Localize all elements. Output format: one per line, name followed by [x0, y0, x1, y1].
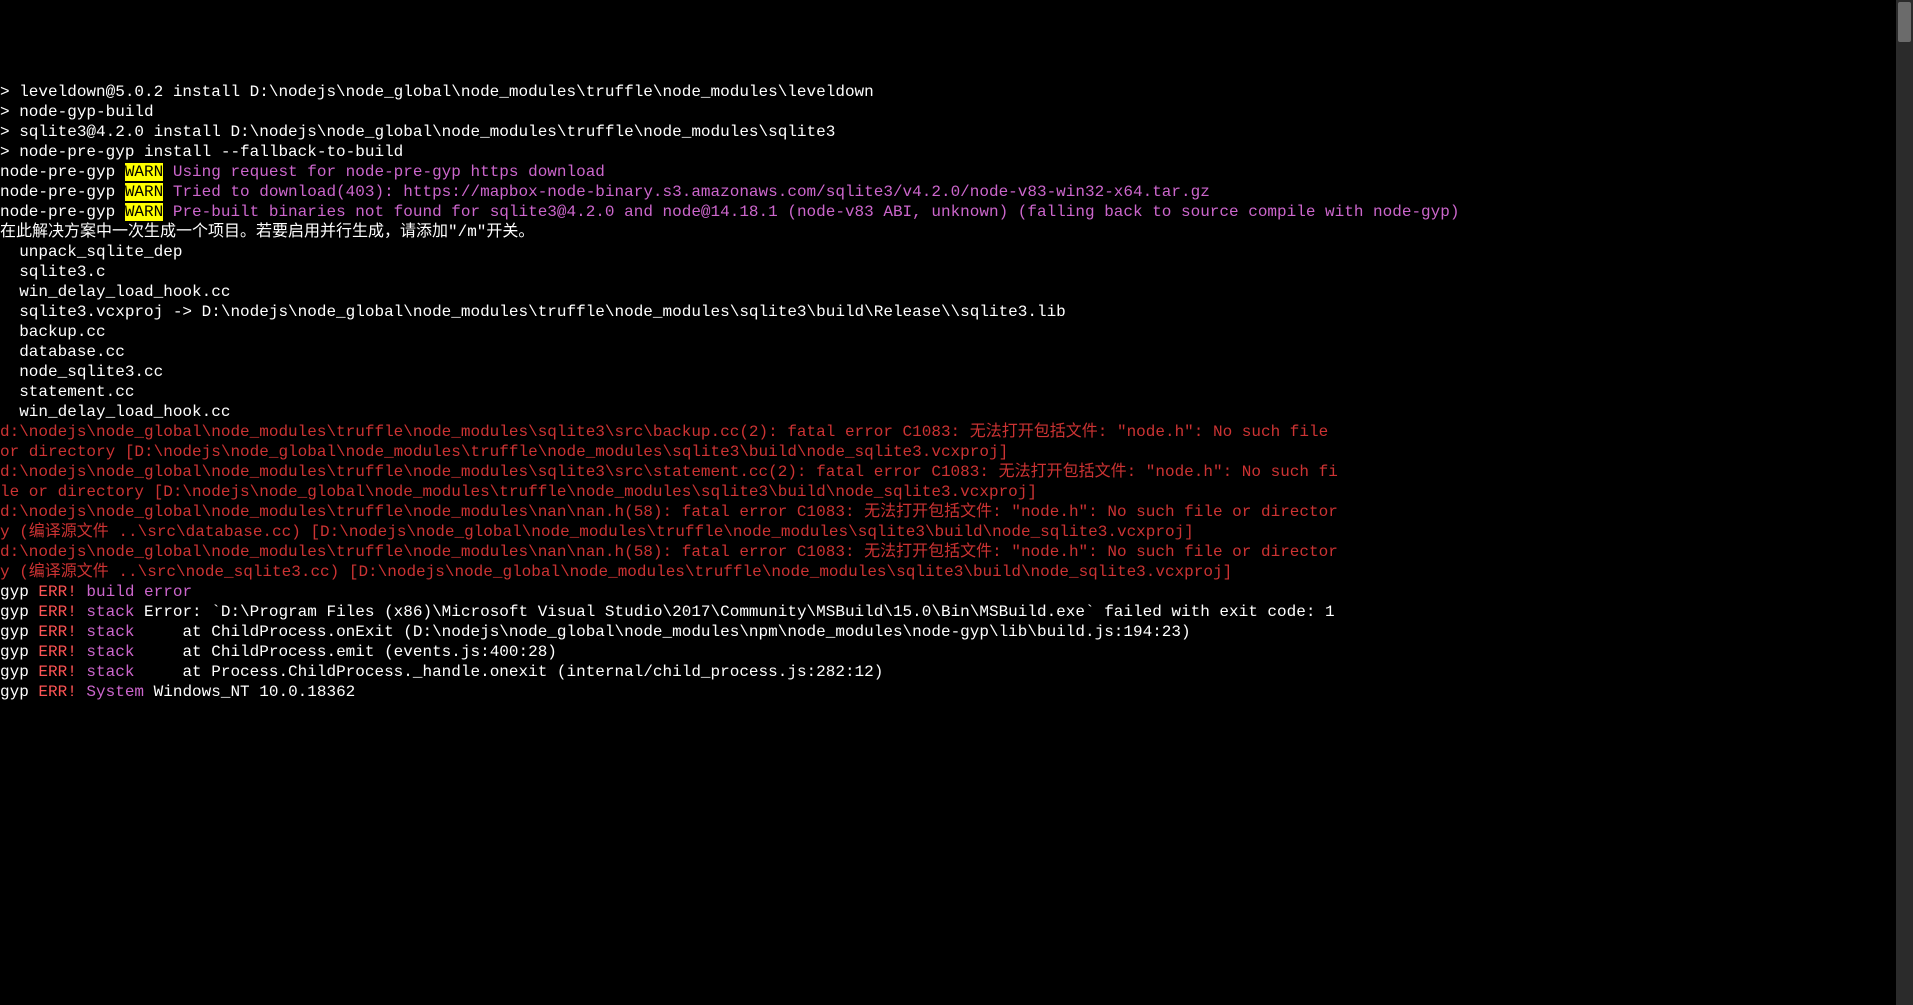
terminal-segment: Tried to download(403): https://mapbox-n… [163, 183, 1210, 201]
terminal-segment: Error: `D:\Program Files (x86)\Microsoft… [144, 603, 1335, 621]
terminal-segment: WARN [125, 183, 163, 201]
terminal-line: gyp ERR! stack at Process.ChildProcess._… [0, 662, 1895, 682]
terminal-segment: y (编译源文件 ..\src\database.cc) [D:\nodejs\… [0, 523, 1194, 541]
terminal-line: node-pre-gyp WARN Tried to download(403)… [0, 182, 1895, 202]
terminal-line: 在此解决方案中一次生成一个项目。若要启用并行生成，请添加"/m"开关。 [0, 222, 1895, 242]
terminal-line: gyp ERR! stack at ChildProcess.onExit (D… [0, 622, 1895, 642]
terminal-segment: d:\nodejs\node_global\node_modules\truff… [0, 543, 1338, 561]
terminal-line: statement.cc [0, 382, 1895, 402]
terminal-segment: gyp [0, 663, 38, 681]
terminal-segment: Windows_NT 10.0.18362 [154, 683, 356, 701]
terminal-segment: stack [86, 643, 144, 661]
terminal-segment: gyp [0, 603, 38, 621]
terminal-segment: gyp [0, 683, 38, 701]
terminal-line: > leveldown@5.0.2 install D:\nodejs\node… [0, 82, 1895, 102]
terminal-line: or directory [D:\nodejs\node_global\node… [0, 442, 1895, 462]
terminal-segment: Pre-built binaries not found for sqlite3… [163, 203, 1459, 221]
terminal-segment: stack [86, 603, 144, 621]
terminal-line: sqlite3.vcxproj -> D:\nodejs\node_global… [0, 302, 1895, 322]
terminal-segment: win_delay_load_hook.cc [0, 283, 230, 301]
terminal-line: node_sqlite3.cc [0, 362, 1895, 382]
terminal-segment: ERR! [38, 603, 86, 621]
terminal-line: gyp ERR! build error [0, 582, 1895, 602]
terminal-segment: 在此解决方案中一次生成一个项目。若要启用并行生成，请添加"/m"开关。 [0, 223, 534, 241]
terminal-segment: > leveldown@5.0.2 install D:\nodejs\node… [0, 83, 874, 101]
terminal-segment: sqlite3.vcxproj -> D:\nodejs\node_global… [0, 303, 1066, 321]
terminal-segment: System [86, 683, 153, 701]
terminal-segment: unpack_sqlite_dep [0, 243, 182, 261]
terminal-segment: build error [86, 583, 192, 601]
terminal-segment: > node-pre-gyp install --fallback-to-bui… [0, 143, 403, 161]
terminal-line: d:\nodejs\node_global\node_modules\truff… [0, 542, 1895, 562]
terminal-segment: ERR! [38, 643, 86, 661]
terminal-segment: le or directory [D:\nodejs\node_global\n… [0, 483, 1037, 501]
terminal-line: y (编译源文件 ..\src\database.cc) [D:\nodejs\… [0, 522, 1895, 542]
terminal-line: d:\nodejs\node_global\node_modules\truff… [0, 462, 1895, 482]
terminal-segment: backup.cc [0, 323, 106, 341]
terminal-line: > sqlite3@4.2.0 install D:\nodejs\node_g… [0, 122, 1895, 142]
terminal-segment: WARN [125, 203, 163, 221]
terminal-line: node-pre-gyp WARN Using request for node… [0, 162, 1895, 182]
terminal-segment: statement.cc [0, 383, 134, 401]
scrollbar-track[interactable] [1896, 0, 1913, 1005]
terminal-line: gyp ERR! System Windows_NT 10.0.18362 [0, 682, 1895, 702]
terminal-segment: ERR! [38, 683, 86, 701]
terminal-line: node-pre-gyp WARN Pre-built binaries not… [0, 202, 1895, 222]
terminal-segment: or directory [D:\nodejs\node_global\node… [0, 443, 1008, 461]
terminal-line: y (编译源文件 ..\src\node_sqlite3.cc) [D:\nod… [0, 562, 1895, 582]
terminal-segment: d:\nodejs\node_global\node_modules\truff… [0, 423, 1328, 441]
terminal-segment: at Process.ChildProcess._handle.onexit (… [144, 663, 883, 681]
terminal-segment: gyp [0, 583, 38, 601]
terminal-segment: at ChildProcess.onExit (D:\nodejs\node_g… [144, 623, 1191, 641]
terminal-line: sqlite3.c [0, 262, 1895, 282]
terminal-line: > node-gyp-build [0, 102, 1895, 122]
terminal-line: unpack_sqlite_dep [0, 242, 1895, 262]
terminal-line: > node-pre-gyp install --fallback-to-bui… [0, 142, 1895, 162]
terminal-line: database.cc [0, 342, 1895, 362]
terminal-line: le or directory [D:\nodejs\node_global\n… [0, 482, 1895, 502]
terminal-segment: gyp [0, 643, 38, 661]
terminal-line: gyp ERR! stack at ChildProcess.emit (eve… [0, 642, 1895, 662]
terminal-segment: at ChildProcess.emit (events.js:400:28) [144, 643, 557, 661]
terminal-segment: Using request for node-pre-gyp https dow… [163, 163, 605, 181]
terminal-line: win_delay_load_hook.cc [0, 402, 1895, 422]
terminal-segment: stack [86, 623, 144, 641]
terminal-line: d:\nodejs\node_global\node_modules\truff… [0, 502, 1895, 522]
terminal-segment: database.cc [0, 343, 125, 361]
terminal-segment: stack [86, 663, 144, 681]
terminal-segment: node-pre-gyp [0, 183, 125, 201]
terminal-output[interactable]: > leveldown@5.0.2 install D:\nodejs\node… [0, 82, 1895, 702]
terminal-segment: sqlite3.c [0, 263, 106, 281]
terminal-segment: WARN [125, 163, 163, 181]
terminal-line: win_delay_load_hook.cc [0, 282, 1895, 302]
terminal-segment: ERR! [38, 623, 86, 641]
terminal-line: gyp ERR! stack Error: `D:\Program Files … [0, 602, 1895, 622]
terminal-line: backup.cc [0, 322, 1895, 342]
terminal-segment: node-pre-gyp [0, 203, 125, 221]
terminal-segment: gyp [0, 623, 38, 641]
terminal-segment: > sqlite3@4.2.0 install D:\nodejs\node_g… [0, 123, 835, 141]
terminal-segment: y (编译源文件 ..\src\node_sqlite3.cc) [D:\nod… [0, 563, 1232, 581]
terminal-segment: > node-gyp-build [0, 103, 154, 121]
terminal-segment: win_delay_load_hook.cc [0, 403, 230, 421]
terminal-segment: node-pre-gyp [0, 163, 125, 181]
terminal-line: d:\nodejs\node_global\node_modules\truff… [0, 422, 1895, 442]
terminal-segment: d:\nodejs\node_global\node_modules\truff… [0, 503, 1338, 521]
terminal-segment: ERR! [38, 583, 86, 601]
terminal-segment: d:\nodejs\node_global\node_modules\truff… [0, 463, 1338, 481]
terminal-segment: node_sqlite3.cc [0, 363, 163, 381]
scrollbar-thumb[interactable] [1898, 2, 1911, 42]
terminal-segment: ERR! [38, 663, 86, 681]
